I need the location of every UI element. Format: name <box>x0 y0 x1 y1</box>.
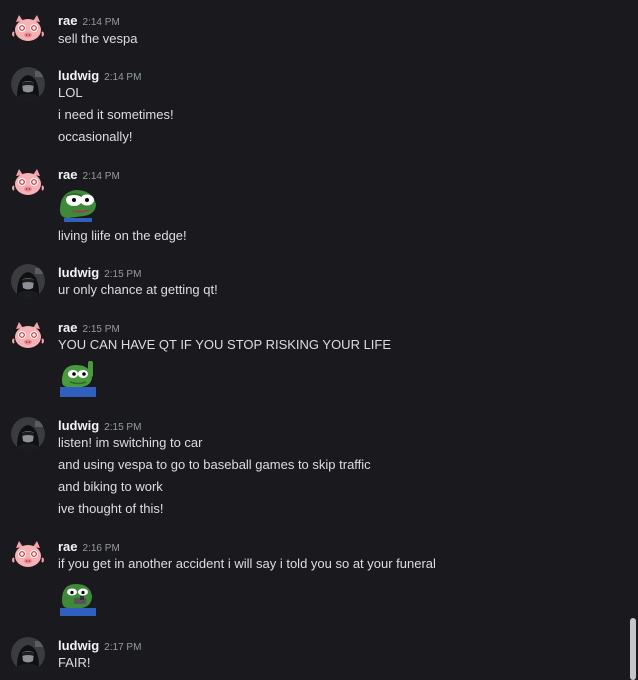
message-text: and biking to work <box>58 479 163 494</box>
username[interactable]: rae <box>58 13 78 28</box>
user-avatar[interactable] <box>11 166 45 200</box>
message-text: ur only chance at getting qt! <box>58 282 218 297</box>
timestamp: 2:15 PM <box>104 269 142 280</box>
timestamp: 2:14 PM <box>104 72 142 83</box>
message-header: ludwig 2:15 PM <box>58 417 141 435</box>
message-text: i need it sometimes! <box>58 107 174 122</box>
message-header: rae 2:14 PM <box>58 12 120 30</box>
user-avatar[interactable] <box>11 637 45 671</box>
timestamp: 2:17 PM <box>104 642 142 653</box>
username[interactable]: ludwig <box>58 68 99 83</box>
masked-avatar-icon <box>11 417 45 451</box>
pig-avatar-icon <box>11 538 45 572</box>
timestamp: 2:14 PM <box>82 171 120 182</box>
pig-avatar-icon <box>11 12 45 46</box>
user-avatar[interactable] <box>11 12 45 46</box>
pepe-shocked-emote[interactable] <box>58 182 98 222</box>
timestamp: 2:15 PM <box>104 422 142 433</box>
username[interactable]: ludwig <box>58 638 99 653</box>
message-header: ludwig 2:14 PM <box>58 67 141 85</box>
message-text: YOU CAN HAVE QT IF YOU STOP RISKING YOUR… <box>58 337 392 352</box>
message-header: ludwig 2:17 PM <box>58 637 141 655</box>
username[interactable]: rae <box>58 167 78 182</box>
pepe-gun-emote[interactable] <box>58 576 98 616</box>
pig-avatar-icon <box>11 319 45 353</box>
timestamp: 2:16 PM <box>82 543 120 554</box>
masked-avatar-icon <box>11 264 45 298</box>
pepe-pointing-emote[interactable] <box>58 357 98 397</box>
username[interactable]: rae <box>58 320 78 335</box>
message-text: living liife on the edge! <box>58 228 187 243</box>
username[interactable]: ludwig <box>58 418 99 433</box>
username[interactable]: ludwig <box>58 265 99 280</box>
user-avatar[interactable] <box>11 319 45 353</box>
timestamp: 2:15 PM <box>82 324 120 335</box>
pig-avatar-icon <box>11 166 45 200</box>
scrollbar-track[interactable] <box>630 0 636 680</box>
message-text: ive thought of this! <box>58 501 164 516</box>
user-avatar[interactable] <box>11 264 45 298</box>
user-avatar[interactable] <box>11 538 45 572</box>
message-text: and using vespa to go to baseball games … <box>58 457 371 472</box>
masked-avatar-icon <box>11 637 45 671</box>
chat-messages: rae 2:14 PM sell the vespa ludwig 2:14 PM … <box>0 0 628 680</box>
user-avatar[interactable] <box>11 417 45 451</box>
user-avatar[interactable] <box>11 67 45 101</box>
message-text: listen! im switching to car <box>58 435 203 450</box>
timestamp: 2:14 PM <box>82 17 120 28</box>
message-text: if you get in another accident i will sa… <box>58 556 436 571</box>
message-text: FAIR! <box>58 655 91 670</box>
message-text: sell the vespa <box>58 31 138 46</box>
username[interactable]: rae <box>58 539 78 554</box>
message-header: ludwig 2:15 PM <box>58 264 141 282</box>
message-text: occasionally! <box>58 129 133 144</box>
message-header: rae 2:15 PM <box>58 319 120 337</box>
message-text: LOL <box>58 85 83 100</box>
message-header: rae 2:16 PM <box>58 538 120 556</box>
masked-avatar-icon <box>11 67 45 101</box>
scrollbar-thumb[interactable] <box>630 618 636 680</box>
